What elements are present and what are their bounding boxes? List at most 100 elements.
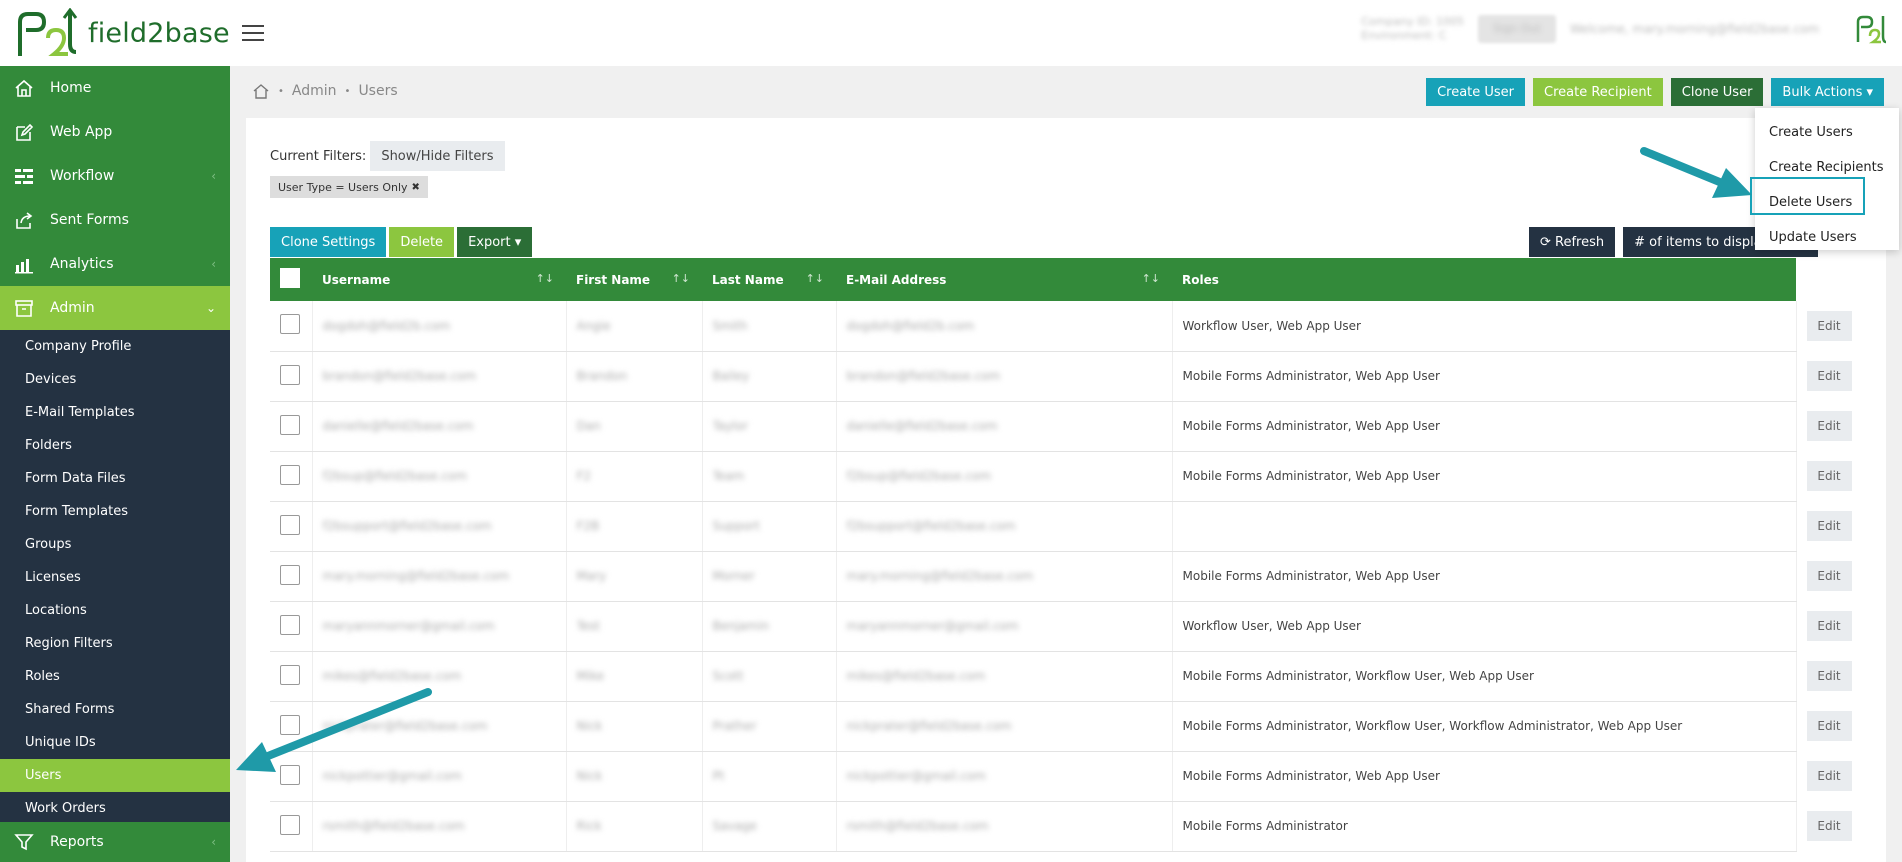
cell-last-name-text: Morner [712, 569, 755, 583]
cell-email: dogdoh@field2b.com [836, 301, 1173, 352]
sidebar-item-analytics[interactable]: Analytics ‹ [0, 242, 230, 286]
sidebar-item-unique-ids[interactable]: Unique IDs [0, 726, 230, 759]
edit-button[interactable]: Edit [1806, 511, 1852, 541]
sidebar-item-web-app[interactable]: Web App [0, 110, 230, 154]
table-row[interactable]: nickpottier@gmail.com Nick Pt nickpottier@g… [270, 751, 1856, 802]
sort-icon[interactable]: ↑↓ [672, 272, 690, 285]
sidebar-item-licenses[interactable]: Licenses [0, 561, 230, 594]
cell-roles: Mobile Forms Administrator, Web App User [1172, 751, 1797, 802]
sidebar: Home Web App Workflow ‹ Sent Forms Analy… [0, 66, 230, 862]
sidebar-item-form-data-files[interactable]: Form Data Files [0, 462, 230, 495]
table-row[interactable]: nickprater@field2base.com Nick Prather nick… [270, 701, 1856, 752]
sidebar-item-shared-forms[interactable]: Shared Forms [0, 693, 230, 726]
sidebar-item-workflow[interactable]: Workflow ‹ [0, 154, 230, 198]
sidebar-item-admin[interactable]: Admin ⌄ [0, 286, 230, 330]
cell-first-name-text: Dan [576, 419, 601, 433]
sidebar-item-devices[interactable]: Devices [0, 363, 230, 396]
logo[interactable]: field2base [0, 0, 230, 66]
row-checkbox[interactable] [280, 414, 300, 435]
column-header-roles[interactable]: Roles [1172, 258, 1796, 301]
column-header-last-name[interactable]: Last Name ↑↓ [702, 258, 836, 301]
menu-toggle-icon[interactable] [242, 20, 272, 46]
sidebar-item-users[interactable]: Users [0, 759, 230, 792]
clone-settings-button[interactable]: Clone Settings [270, 227, 387, 257]
row-checkbox[interactable] [280, 314, 300, 335]
sidebar-item-groups[interactable]: Groups [0, 528, 230, 561]
table-row[interactable]: rsmith@field2base.com Rick Savage rsmith@fi… [270, 801, 1856, 852]
edit-button[interactable]: Edit [1806, 811, 1852, 841]
breadcrumb-admin[interactable]: Admin [292, 83, 337, 99]
table-toolbar-left: Clone Settings Delete Export ▾ [270, 227, 533, 257]
sign-out-button[interactable]: Sign Out [1478, 15, 1556, 43]
row-checkbox[interactable] [280, 464, 300, 485]
home-icon[interactable] [252, 82, 270, 100]
company-info: Company ID: 1005 Environment: C [1361, 15, 1464, 43]
edit-button[interactable]: Edit [1806, 411, 1852, 441]
create-recipient-button[interactable]: Create Recipient [1533, 78, 1663, 106]
cell-first-name-text: Test [576, 619, 601, 633]
row-checkbox[interactable] [280, 514, 300, 535]
edit-button[interactable]: Edit [1806, 311, 1852, 341]
edit-button[interactable]: Edit [1806, 711, 1852, 741]
cell-first-name: F2B [566, 501, 703, 552]
row-checkbox[interactable] [280, 814, 300, 835]
sidebar-item-locations[interactable]: Locations [0, 594, 230, 627]
clone-user-button[interactable]: Clone User [1670, 78, 1764, 106]
table-row[interactable]: mikes@field2base.com Mike Scott mikes@field… [270, 651, 1856, 702]
sidebar-item-roles[interactable]: Roles [0, 660, 230, 693]
sidebar-item-label: Analytics [50, 256, 114, 272]
menu-item-update-users[interactable]: Update Users [1755, 220, 1899, 255]
select-all-checkbox[interactable] [280, 268, 300, 288]
sidebar-item-sent-forms[interactable]: Sent Forms [0, 198, 230, 242]
edit-button[interactable]: Edit [1806, 761, 1852, 791]
delete-button[interactable]: Delete [389, 227, 455, 257]
breadcrumb: • Admin • Users [252, 82, 398, 100]
bulk-actions-button[interactable]: Bulk Actions ▾ [1771, 78, 1884, 106]
sidebar-item-reports[interactable]: Reports ‹ [0, 822, 230, 862]
table-row[interactable]: dogdoh@field2b.com Angie Smith dogdoh@field… [270, 301, 1856, 352]
sidebar-item-folders[interactable]: Folders [0, 429, 230, 462]
table-row[interactable]: mary.morning@field2base.com Mary Morner mar… [270, 551, 1856, 602]
edit-button[interactable]: Edit [1806, 561, 1852, 591]
row-checkbox[interactable] [280, 664, 300, 685]
column-header-first-name[interactable]: First Name ↑↓ [566, 258, 702, 301]
table-row[interactable]: brandon@field2base.com Brandon Bailey brand… [270, 351, 1856, 402]
cell-roles: Mobile Forms Administrator, Web App User [1172, 451, 1797, 502]
cell-email-text: nickprater@field2base.com [846, 719, 1012, 733]
row-checkbox[interactable] [280, 364, 300, 385]
show-hide-filters-button[interactable]: Show/Hide Filters [370, 141, 505, 171]
edit-button[interactable]: Edit [1806, 661, 1852, 691]
create-user-button[interactable]: Create User [1426, 78, 1526, 106]
table-row[interactable]: f2bsup@field2base.com F2 Team f2bsup@field2… [270, 451, 1856, 502]
sidebar-item-work-orders[interactable]: Work Orders [0, 792, 230, 825]
export-button[interactable]: Export ▾ [457, 227, 533, 257]
table-row[interactable]: f2bsupport@field2base.com F2B Support f2bsu… [270, 501, 1856, 552]
row-checkbox[interactable] [280, 614, 300, 635]
cell-email-text: brandon@field2base.com [846, 369, 1001, 383]
sidebar-item-form-templates[interactable]: Form Templates [0, 495, 230, 528]
table-row[interactable]: maryannmorner@gmail.com Test Benjamin marya… [270, 601, 1856, 652]
edit-button[interactable]: Edit [1806, 611, 1852, 641]
sidebar-item-region-filters[interactable]: Region Filters [0, 627, 230, 660]
sort-icon[interactable]: ↑↓ [806, 272, 824, 285]
remove-filter-icon[interactable]: ✖ [412, 182, 420, 193]
table-row[interactable]: danielle@field2base.com Dan Taylor danielle… [270, 401, 1856, 452]
cell-username-text: mary.morning@field2base.com [322, 569, 510, 583]
refresh-button[interactable]: ⟳ Refresh [1529, 227, 1616, 257]
sort-icon[interactable]: ↑↓ [536, 272, 554, 285]
column-header-username[interactable]: Username ↑↓ [312, 258, 566, 301]
sidebar-item-company-profile[interactable]: Company Profile [0, 330, 230, 363]
row-select-cell [270, 301, 313, 352]
row-checkbox[interactable] [280, 564, 300, 585]
menu-item-create-users[interactable]: Create Users [1755, 115, 1899, 150]
row-checkbox[interactable] [280, 764, 300, 785]
sort-icon[interactable]: ↑↓ [1142, 272, 1160, 285]
sidebar-item-email-templates[interactable]: E-Mail Templates [0, 396, 230, 429]
edit-button[interactable]: Edit [1806, 361, 1852, 391]
column-header-email[interactable]: E-Mail Address ↑↓ [836, 258, 1172, 301]
table-body: dogdoh@field2b.com Angie Smith dogdoh@field… [270, 301, 1856, 852]
edit-button[interactable]: Edit [1806, 461, 1852, 491]
sidebar-item-home[interactable]: Home [0, 66, 230, 110]
chevron-down-icon: ⌄ [205, 301, 216, 315]
row-checkbox[interactable] [280, 714, 300, 735]
